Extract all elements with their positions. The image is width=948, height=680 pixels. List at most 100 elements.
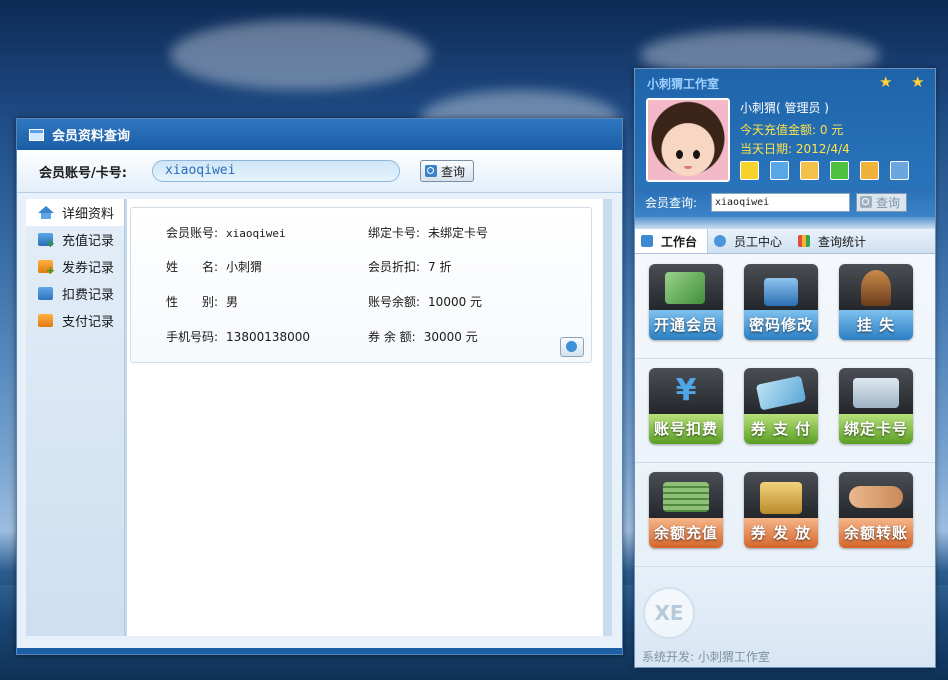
window-bottom-border — [17, 648, 622, 654]
tile-account-deduct[interactable]: ¥ 账号扣费 — [649, 368, 723, 444]
tile-change-password[interactable]: 密码修改 — [744, 264, 818, 340]
discount-row: 会员折扣: 7 折 — [368, 258, 452, 275]
coupon-icon — [38, 260, 55, 277]
discount-label: 会员折扣: — [368, 260, 421, 274]
star-icon[interactable]: ★ — [879, 73, 892, 91]
nav-item-payment[interactable]: 支付记录 — [26, 307, 124, 334]
tile-report-loss[interactable]: 挂 失 — [839, 264, 913, 340]
member-card-icon — [649, 264, 723, 310]
tile-label: 账号扣费 — [649, 414, 723, 444]
tab-staff-center[interactable]: 员工中心 — [708, 229, 792, 253]
tile-row: 余额充值 券 发 放 余额转账 — [635, 462, 935, 567]
nav-item-details[interactable]: 详细资料 — [26, 199, 124, 226]
mail-icon[interactable] — [860, 161, 879, 180]
today-date: 当天日期: 2012/4/4 — [740, 142, 850, 156]
person-icon — [714, 235, 727, 247]
avatar-eye — [676, 150, 683, 159]
tile-balance-recharge[interactable]: 余额充值 — [649, 472, 723, 548]
studio-side-panel: 小刺猬工作室 ★ ★ 小刺猬( 管理员 ) 今天充值金额: 0 元 当天日期: … — [634, 68, 936, 668]
account-value: xiaoqiwei — [226, 227, 286, 240]
id-card-icon — [839, 368, 913, 414]
nav-item-coupon-issue[interactable]: 发券记录 — [26, 253, 124, 280]
quick-tools — [740, 161, 920, 180]
nav-item-label: 支付记录 — [62, 315, 115, 330]
member-query-bar: 会员查询: xiaoqiwei 查询 — [635, 187, 935, 217]
gender-value: 男 — [226, 295, 239, 309]
today-recharge: 今天充值金额: 0 元 — [740, 123, 844, 137]
bar-chart-icon — [798, 235, 811, 247]
tile-row: 开通会员 密码修改 挂 失 — [635, 254, 935, 359]
tile-label: 余额充值 — [649, 518, 723, 548]
folder-icon — [744, 472, 818, 518]
tile-coupon-pay[interactable]: 券 支 付 — [744, 368, 818, 444]
tile-label: 开通会员 — [649, 310, 723, 340]
tile-label: 券 支 付 — [744, 414, 818, 444]
tile-row: ¥ 账号扣费 券 支 付 绑定卡号 — [635, 358, 935, 463]
window-titlebar[interactable]: 会员资料查询 — [17, 119, 622, 150]
tile-label: 绑定卡号 — [839, 414, 913, 444]
developer-credit: 系统开发: 小刺猬工作室 — [642, 650, 770, 664]
padlock-icon — [744, 264, 818, 310]
member-query-button[interactable]: 查询 — [856, 192, 908, 212]
user-icon[interactable] — [830, 161, 849, 180]
sun-icon[interactable] — [740, 161, 759, 180]
search-bar: 会员账号/卡号: xiaoqiwei 查询 — [17, 150, 622, 193]
tile-balance-transfer[interactable]: 余额转账 — [839, 472, 913, 548]
card-value: 未绑定卡号 — [428, 226, 489, 240]
phone-value: 13800138000 — [226, 330, 311, 344]
right-scroll-strip — [603, 199, 612, 636]
panel-title: 小刺猬工作室 — [647, 77, 720, 91]
search-label: 会员账号/卡号: — [39, 165, 127, 181]
card-label: 绑定卡号: — [368, 226, 421, 240]
name-label: 姓 名: — [166, 260, 219, 274]
content-frame: 详细资料 充值记录 发券记录 扣费记录 支付记录 会员账号:xi — [26, 199, 612, 636]
nav-item-label: 扣费记录 — [62, 288, 115, 303]
function-tiles: 开通会员 密码修改 挂 失 ¥ 账号扣费 券 支 付 绑定卡号 余额充值 券 发… — [635, 254, 935, 574]
expand-down-button[interactable] — [560, 337, 584, 357]
twitter-icon[interactable] — [770, 161, 789, 180]
coupon-balance-value: 30000 元 — [423, 330, 478, 344]
member-query-label: 会员查询: — [645, 195, 698, 210]
window-title: 会员资料查询 — [52, 129, 131, 144]
name-value: 小刺猬 — [226, 260, 263, 274]
member-search-input[interactable]: xiaoqiwei — [152, 160, 400, 182]
nav-item-label: 详细资料 — [62, 207, 115, 222]
tile-bind-card[interactable]: 绑定卡号 — [839, 368, 913, 444]
tile-label: 密码修改 — [744, 310, 818, 340]
tile-open-member[interactable]: 开通会员 — [649, 264, 723, 340]
coupon-balance-label: 券 余 额: — [368, 330, 416, 344]
tab-label: 工作台 — [661, 234, 698, 249]
star-icon[interactable]: ★ — [911, 73, 924, 91]
avatar-eye — [693, 150, 700, 159]
lock-icon[interactable] — [800, 161, 819, 180]
nav-item-deduction[interactable]: 扣费记录 — [26, 280, 124, 307]
member-info-card: 会员账号: xiaoqiwei 绑定卡号: 未绑定卡号 姓 名: 小刺猬 会员折扣: 7… — [130, 207, 592, 363]
panel-footer: XE 系统开发: 小刺猬工作室 — [635, 574, 935, 667]
studio-logo: XE — [643, 587, 695, 639]
rss-orange-icon — [38, 314, 53, 327]
tab-workbench[interactable]: 工作台 — [635, 229, 709, 253]
tab-label: 员工中心 — [734, 234, 783, 249]
window-icon — [29, 128, 44, 141]
network-icon[interactable] — [890, 161, 909, 180]
card-row: 绑定卡号: 未绑定卡号 — [368, 224, 488, 241]
search-button[interactable]: 查询 — [420, 160, 475, 182]
avatar-mouth — [684, 166, 692, 169]
phone-row: 手机号码: 13800138000 — [166, 328, 310, 345]
rss-icon — [38, 287, 53, 300]
balance-row: 账号余额: 10000 元 — [368, 293, 482, 310]
member-query-input[interactable]: xiaoqiwei — [711, 192, 850, 212]
tile-label: 余额转账 — [839, 518, 913, 548]
nav-item-label: 充值记录 — [62, 234, 115, 249]
search-icon — [860, 196, 872, 208]
tab-query-stats[interactable]: 查询统计 — [792, 229, 876, 253]
nav-item-recharge[interactable]: 充值记录 — [26, 226, 124, 253]
phone-label: 手机号码: — [166, 330, 219, 344]
yen-icon: ¥ — [649, 368, 723, 414]
tile-coupon-issue[interactable]: 券 发 放 — [744, 472, 818, 548]
avatar[interactable] — [646, 98, 730, 182]
record-nav: 详细资料 充值记录 发券记录 扣费记录 支付记录 — [26, 199, 125, 636]
detail-pane: 会员账号: xiaoqiwei 绑定卡号: 未绑定卡号 姓 名: 小刺猬 会员折扣: 7… — [127, 199, 603, 636]
nav-item-label: 发券记录 — [62, 261, 115, 276]
cash-stack-icon — [649, 472, 723, 518]
